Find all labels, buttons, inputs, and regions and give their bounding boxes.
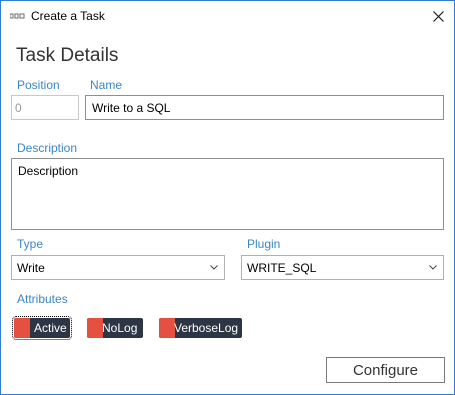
position-field: [11, 95, 79, 120]
create-task-window: Create a Task Task Details Position Name…: [0, 0, 455, 395]
attribute-toggle-nolog[interactable]: NoLog: [87, 318, 143, 338]
plugin-selected-value: WRITE_SQL: [247, 261, 317, 275]
attribute-label: NoLog: [102, 321, 138, 335]
position-label: Position: [17, 78, 60, 92]
toggle-swatch: [159, 318, 175, 338]
type-selected-value: Write: [17, 261, 45, 275]
name-label: Name: [90, 78, 123, 92]
toggle-swatch: [14, 318, 30, 338]
plugin-dropdown[interactable]: WRITE_SQL: [241, 255, 444, 280]
chevron-down-icon: [429, 265, 437, 270]
app-logo-icon: [10, 13, 25, 19]
type-dropdown[interactable]: Write: [11, 255, 225, 280]
description-label: Description: [17, 141, 78, 155]
attribute-label: VerboseLog: [174, 321, 239, 335]
close-icon: [433, 10, 444, 22]
attributes-label: Attributes: [17, 292, 68, 306]
attribute-label: Active: [34, 321, 67, 335]
name-field[interactable]: [85, 95, 444, 120]
section-title: Task Details: [16, 45, 119, 66]
type-label: Type: [17, 237, 44, 251]
description-field[interactable]: Description: [11, 158, 444, 230]
attribute-toggle-active[interactable]: Active: [12, 316, 72, 340]
plugin-label: Plugin: [247, 237, 281, 251]
configure-button[interactable]: Configure: [326, 357, 445, 383]
chevron-down-icon: [210, 265, 218, 270]
toggle-swatch: [87, 318, 103, 338]
attribute-toggle-verboselog[interactable]: VerboseLog: [159, 318, 242, 338]
close-button[interactable]: [423, 1, 454, 31]
window-title: Create a Task: [31, 9, 105, 23]
title-bar: Create a Task: [1, 1, 454, 32]
